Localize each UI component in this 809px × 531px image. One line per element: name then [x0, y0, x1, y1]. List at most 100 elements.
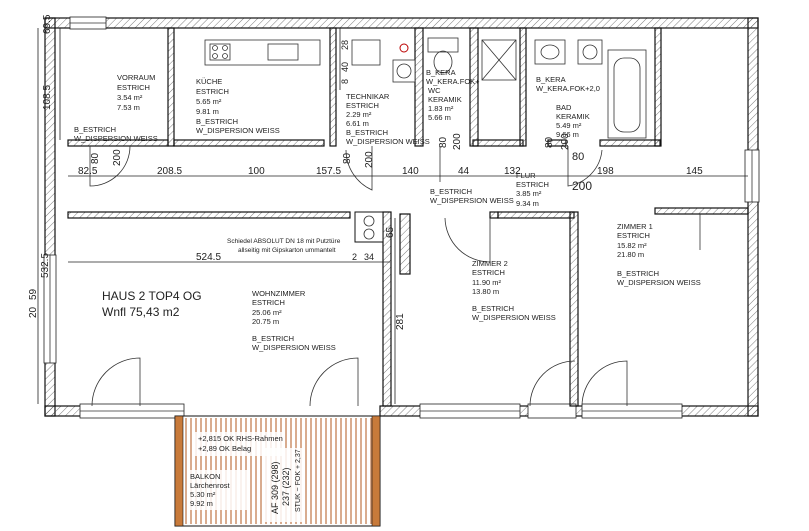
room-kueche-perimeter: 9.81 m [196, 107, 219, 116]
room-wohnzimmer-floor: ESTRICH [252, 298, 285, 307]
room-wc-name: WC [428, 86, 441, 95]
building-area: Wnfl 75,43 m2 [102, 305, 180, 319]
room-vorraum-finish1: B_ESTRICH [74, 125, 116, 134]
room-technik-perimeter: 6.61 m [346, 119, 369, 128]
balcony-area: 5.30 m² [190, 490, 216, 499]
dim-80-door-vorraum: 80 [90, 152, 101, 164]
room-zimmer1-perimeter: 21.80 m [617, 250, 644, 259]
room-wohnzimmer-finish2: W_DISPERSION WEISS [252, 343, 336, 352]
room-vorraum-perimeter: 7.53 m [117, 103, 140, 112]
room-vorraum-name: VORRAUM [117, 73, 155, 82]
room-kueche-finish1: B_ESTRICH [196, 117, 238, 126]
dim-80-flur: 80 [572, 151, 584, 163]
room-zimmer1-name: ZIMMER 1 [617, 222, 653, 231]
room-bad-name: BAD [556, 103, 572, 112]
stuk-label: STUK ~ FOK + 2,37 [295, 449, 302, 512]
room-zimmer2-finish2: W_DISPERSION WEISS [472, 313, 556, 322]
schiedel-note-line1: Schiedel ABSOLUT DN 18 mit Putztüre [227, 238, 341, 245]
room-flur-floor: ESTRICH [516, 180, 549, 189]
dim-198: 198 [597, 166, 614, 177]
room-wohnzimmer-name: WOHNZIMMER [252, 289, 306, 298]
room-wc-f2: W_KERA.FOK+ [426, 77, 480, 86]
room-technik-area: 2.29 m² [346, 110, 372, 119]
dim-157-5: 157.5 [316, 166, 341, 177]
af-label2: 237 (232) [281, 467, 291, 506]
schiedel-note-line2: allseitig mit Gipskarton ummantelt [238, 247, 336, 254]
dim-8: 8 [340, 79, 350, 84]
balcony-note1: +2,815 OK RHS-Rahmen [198, 434, 283, 443]
dim-145: 145 [686, 166, 703, 177]
building-title: HAUS 2 TOP4 OG [102, 289, 202, 303]
room-bad-f1: B_KERA [536, 75, 566, 84]
room-zimmer2-perimeter: 13.80 m [472, 287, 499, 296]
dim-59: 59 [28, 288, 39, 300]
room-technik-finish1: B_ESTRICH [346, 128, 388, 137]
room-kueche-floor: ESTRICH [196, 87, 229, 96]
room-flur-finish2: W_DISPERSION WEISS [430, 196, 514, 205]
chimney [354, 211, 384, 243]
room-flur-area: 3.85 m² [516, 189, 542, 198]
dim-69-5: 69.5 [42, 14, 53, 34]
room-zimmer2-name: ZIMMER 2 [472, 259, 508, 268]
room-bad-perimeter: 9.66 m [556, 130, 579, 139]
room-vorraum-area: 3.54 m² [117, 93, 143, 102]
dim-28: 28 [340, 40, 350, 50]
room-kueche-finish2: W_DISPERSION WEISS [196, 126, 280, 135]
apartment-title: HAUS 2 TOP4 OG Wnfl 75,43 m2 [102, 289, 202, 319]
dim-532-5: 532.5 [40, 253, 51, 278]
room-zimmer1-finish1: B_ESTRICH [617, 269, 659, 278]
balcony-floor: Lärchenrost [190, 481, 231, 490]
dim-200-flur: 200 [572, 179, 592, 193]
dim-34: 34 [364, 252, 374, 262]
dim-208-5: 208.5 [157, 166, 182, 177]
room-bad-area: 5.49 m² [556, 121, 582, 130]
room-flur-name: FLUR [516, 171, 536, 180]
room-vorraum-floor: ESTRICH [117, 83, 150, 92]
dim-100: 100 [248, 166, 265, 177]
room-wohnzimmer-perimeter: 20.75 m [252, 317, 279, 326]
dim-20: 20 [28, 306, 39, 318]
room-kueche-name: KÜCHE [196, 77, 222, 86]
floor-plan: 82.5 208.5 100 157.5 140 44 132 198 145 … [28, 14, 760, 527]
room-flur-finish1: B_ESTRICH [430, 187, 472, 196]
room-zimmer2-floor: ESTRICH [472, 268, 505, 277]
dim-140: 140 [402, 166, 419, 177]
room-wohnzimmer-area: 25.06 m² [252, 308, 282, 317]
dim-200-door-technik: 200 [364, 151, 375, 168]
balcony-name: BALKON [190, 472, 220, 481]
dim-108-5: 108.5 [42, 85, 53, 110]
room-vorraum-finish2: W_DISPERSION WEISS [74, 134, 158, 143]
dim-80-door-technik: 80 [342, 152, 353, 164]
dim-44: 44 [458, 166, 470, 177]
dim-2: 2 [352, 252, 357, 262]
dim-80-door-bad: 80 [544, 136, 555, 148]
room-zimmer1-finish2: W_DISPERSION WEISS [617, 278, 701, 287]
dim-200-door-vorraum: 200 [112, 149, 123, 166]
room-bad-floor: KERAMIK [556, 112, 590, 121]
dim-200-door-wc: 200 [452, 133, 463, 150]
room-wohnzimmer-finish1: B_ESTRICH [252, 334, 294, 343]
balcony-note2: +2,89 OK Belag [198, 444, 251, 453]
room-flur-perimeter: 9.34 m [516, 199, 539, 208]
room-zimmer1-area: 15.82 m² [617, 241, 647, 250]
room-technik-finish2: W_DISPERSION WEISS [346, 137, 430, 146]
room-zimmer2-area: 11.90 m² [472, 278, 502, 287]
af-label: AF 309 (298) [270, 461, 280, 514]
dim-524-5: 524.5 [196, 252, 221, 263]
dim-40: 40 [340, 62, 350, 72]
dim-80-door-wc: 80 [438, 136, 449, 148]
dim-82-5: 82.5 [78, 166, 98, 177]
room-technik-name: TECHNIKAR [346, 92, 390, 101]
room-wc-f1: B_KERA [426, 68, 456, 77]
room-wc-area: 1.83 m² [428, 104, 454, 113]
room-zimmer2-finish1: B_ESTRICH [472, 304, 514, 313]
dim-65: 65 [385, 226, 396, 238]
room-kueche-area: 5.65 m² [196, 97, 222, 106]
room-technik-floor: ESTRICH [346, 101, 379, 110]
chimney-note: Schiedel ABSOLUT DN 18 mit Putztüre alls… [227, 238, 341, 254]
room-bad-f2: W_KERA.FOK+2,0 [536, 84, 600, 93]
balcony-perimeter: 9.92 m [190, 499, 213, 508]
room-zimmer1-floor: ESTRICH [617, 231, 650, 240]
room-wc-floor: KERAMIK [428, 95, 462, 104]
dim-281: 281 [395, 313, 406, 330]
